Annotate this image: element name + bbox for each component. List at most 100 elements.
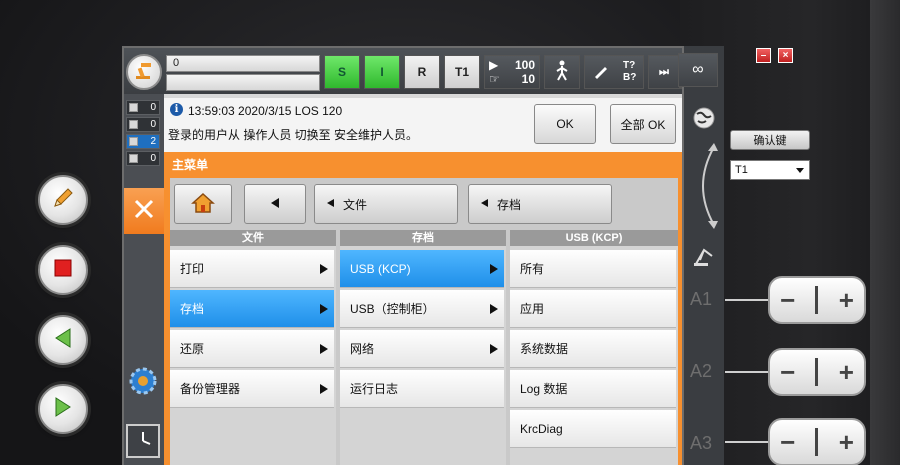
run-mode-button[interactable] <box>544 55 580 89</box>
submenu-arrow-icon <box>320 304 328 314</box>
breadcrumb-file[interactable]: 文件 <box>314 184 458 224</box>
axis-label-a2: A2 <box>690 361 713 381</box>
edit-button[interactable] <box>38 175 88 225</box>
status-robot-interpreter[interactable]: R <box>404 55 440 89</box>
program-line-field[interactable] <box>166 74 320 91</box>
status-icon <box>129 120 138 129</box>
clock-icon[interactable] <box>126 424 160 458</box>
menu-item-krcdiag[interactable]: KrcDiag <box>510 410 676 448</box>
program-override-value: 100 <box>514 58 535 72</box>
breadcrumb-arrow-icon <box>479 197 489 211</box>
minus-icon[interactable]: − <box>780 285 795 316</box>
status-submit[interactable]: S <box>324 55 360 89</box>
back-button[interactable] <box>244 184 306 224</box>
incremental-jog-button[interactable]: ⏭ <box>648 55 680 89</box>
program-run-icon: ▶ <box>489 58 499 72</box>
menu-item-log-data[interactable]: Log 数据 <box>510 370 676 408</box>
menu-item-system-data[interactable]: 系统数据 <box>510 330 676 368</box>
infinity-indicator[interactable]: ∞ <box>678 53 718 87</box>
jog-key-a1[interactable]: − + <box>768 276 866 324</box>
submenu-arrow-icon <box>490 304 498 314</box>
menu-title: 主菜单 <box>172 158 209 172</box>
menu-item-restore[interactable]: 还原 <box>170 330 334 368</box>
message-counter-acknowledge[interactable]: 0 <box>126 100 160 115</box>
home-button[interactable] <box>174 184 232 224</box>
ok-button[interactable]: OK <box>534 104 596 144</box>
smartpad-screen: 0 S I R T1 ▶ 100 ☞ 10 T? B? ⏭ 0 0 2 0 i … <box>122 46 684 465</box>
column-header: 存档 <box>340 230 506 246</box>
right-screen-strip <box>684 46 724 465</box>
submenu-arrow-icon <box>320 264 328 274</box>
override-indicator[interactable]: ▶ 100 ☞ 10 <box>484 55 540 89</box>
plus-icon[interactable]: + <box>839 427 854 458</box>
axis-label-a3: A3 <box>690 433 713 453</box>
program-name-field[interactable]: 0 <box>166 55 320 72</box>
axis-connector <box>725 299 768 301</box>
menu-item-applications[interactable]: 应用 <box>510 290 676 328</box>
message-text: 登录的用户从 操作人员 切换至 安全维护人员。 <box>168 128 419 142</box>
all-ok-button[interactable]: 全部 OK <box>610 104 676 144</box>
start-forward-button[interactable] <box>38 384 88 434</box>
message-counter-dialog[interactable]: 0 <box>126 151 160 166</box>
axis-label-a1: A1 <box>690 289 713 309</box>
jog-direction-arc-icon <box>688 141 722 236</box>
menu-item-network[interactable]: 网络 <box>340 330 504 368</box>
confirm-button[interactable]: 确认键 <box>730 130 810 150</box>
jog-key-a2[interactable]: − + <box>768 348 866 396</box>
close-icon <box>132 197 156 226</box>
chevron-down-icon <box>796 168 804 173</box>
pendant-edge <box>870 0 900 465</box>
walking-person-icon <box>553 60 571 85</box>
operating-mode-indicator[interactable]: T1 <box>444 55 480 89</box>
close-menu-button[interactable] <box>124 188 164 234</box>
settings-gear-icon[interactable] <box>126 364 160 403</box>
message-timestamp: 13:59:03 2020/3/15 LOS 120 <box>188 104 343 118</box>
menu-item-backup-manager[interactable]: 备份管理器 <box>170 370 334 408</box>
submenu-arrow-icon <box>490 264 498 274</box>
jog-mode-icon[interactable] <box>692 246 716 273</box>
status-drives[interactable]: I <box>364 55 400 89</box>
message-window: i 13:59:03 2020/3/15 LOS 120 登录的用户从 操作人员… <box>164 98 682 152</box>
minus-icon[interactable]: − <box>780 357 795 388</box>
breadcrumb-archive[interactable]: 存档 <box>468 184 612 224</box>
play-icon <box>51 395 75 424</box>
globe-icon[interactable] <box>692 106 716 135</box>
message-sidebar: 0 0 2 0 <box>124 94 164 465</box>
menu-item-logbook[interactable]: 运行日志 <box>340 370 504 408</box>
menu-item-all[interactable]: 所有 <box>510 250 676 288</box>
menu-item-usb-kcp[interactable]: USB (KCP) <box>340 250 504 288</box>
play-backward-icon <box>51 326 75 355</box>
start-backward-button[interactable] <box>38 315 88 365</box>
message-counter-info[interactable]: 2 <box>126 134 160 149</box>
dialog-icon <box>129 154 138 163</box>
main-menu-button[interactable] <box>126 54 162 90</box>
minimize-button[interactable]: – <box>756 48 771 63</box>
back-arrow-icon <box>269 197 281 212</box>
jog-hand-icon: ☞ <box>489 72 500 86</box>
tool-icon <box>592 62 610 83</box>
axis-connector <box>725 441 768 443</box>
mode-select[interactable]: T1 <box>730 160 810 180</box>
menu-item-print[interactable]: 打印 <box>170 250 334 288</box>
home-icon <box>191 192 215 217</box>
robot-icon <box>132 58 156 87</box>
axis-connector <box>725 371 768 373</box>
message-counter-status[interactable]: 0 <box>126 117 160 132</box>
close-window-button[interactable]: × <box>778 48 793 63</box>
stop-icon <box>52 257 74 284</box>
menu-item-archive[interactable]: 存档 <box>170 290 334 328</box>
submenu-arrow-icon <box>320 344 328 354</box>
jog-key-a3[interactable]: − + <box>768 418 866 465</box>
tool-base-indicator[interactable]: T? B? <box>584 55 644 89</box>
skip-forward-icon: ⏭ <box>659 65 669 78</box>
stop-button[interactable] <box>38 245 88 295</box>
jog-override-value: 10 <box>521 72 535 86</box>
status-bar: 0 S I R T1 ▶ 100 ☞ 10 T? B? ⏭ <box>124 48 682 94</box>
menu-item-usb-cabinet[interactable]: USB（控制柜） <box>340 290 504 328</box>
plus-icon[interactable]: + <box>839 285 854 316</box>
info-message-icon <box>129 137 138 146</box>
acknowledge-icon <box>129 103 138 112</box>
minus-icon[interactable]: − <box>780 427 795 458</box>
plus-icon[interactable]: + <box>839 357 854 388</box>
breadcrumb-arrow-icon <box>325 197 335 211</box>
